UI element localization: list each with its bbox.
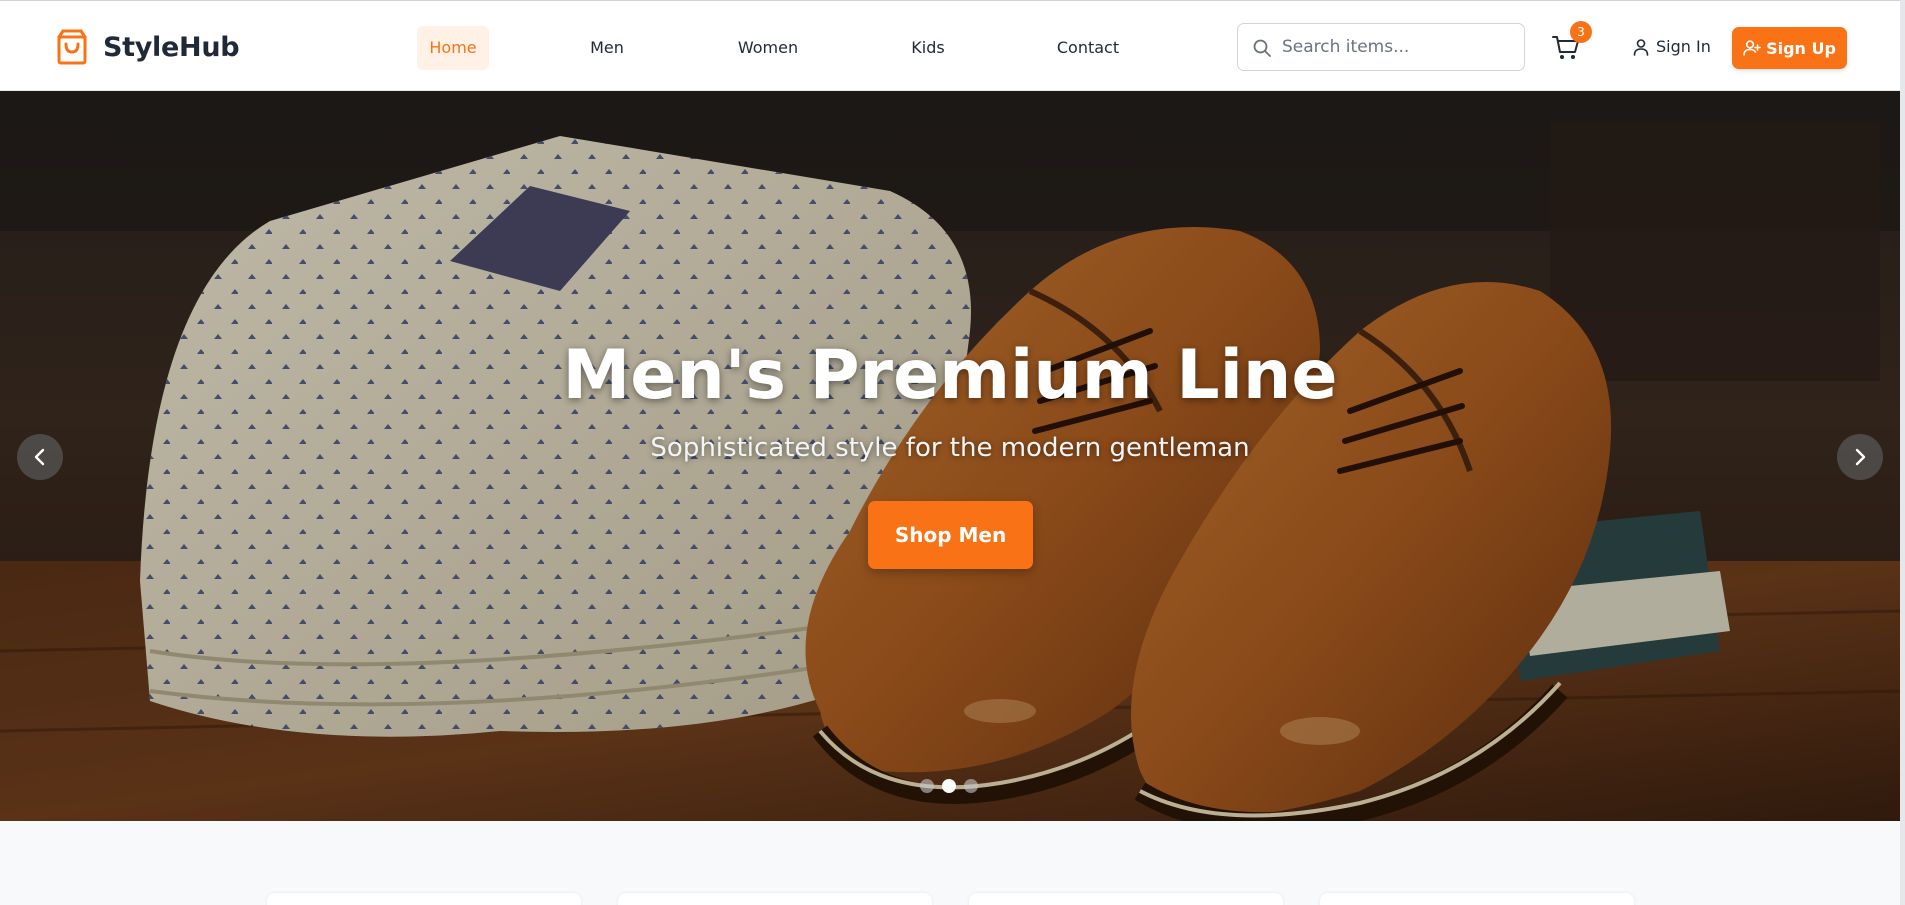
hero-subtitle: Sophisticated style for the modern gentl… — [650, 433, 1250, 463]
search-box — [1237, 23, 1525, 71]
category-card[interactable] — [1320, 893, 1634, 905]
category-card[interactable] — [969, 893, 1283, 905]
carousel-next-button[interactable] — [1837, 434, 1883, 480]
nav-item-men[interactable]: Men — [577, 26, 637, 70]
user-plus-icon — [1743, 40, 1761, 56]
search-icon — [1253, 39, 1271, 57]
carousel-dot-2[interactable] — [942, 779, 956, 793]
sign-in-button[interactable]: Sign In — [1632, 31, 1711, 63]
featured-section — [0, 821, 1900, 905]
brand-logo[interactable]: StyleHub — [55, 29, 240, 65]
cart-count-badge: 3 — [1570, 21, 1592, 43]
carousel-dot-1[interactable] — [920, 779, 934, 793]
user-icon — [1633, 39, 1649, 56]
cart-button[interactable]: 3 — [1548, 21, 1592, 65]
category-card[interactable] — [267, 893, 581, 905]
sign-up-button[interactable]: Sign Up — [1732, 27, 1847, 69]
nav-item-women[interactable]: Women — [730, 26, 806, 70]
shop-men-button[interactable]: Shop Men — [868, 501, 1033, 569]
nav-item-home[interactable]: Home — [417, 26, 489, 70]
site-header: StyleHub Home Men Women Kids Contact 3 S… — [0, 0, 1905, 91]
nav-item-kids[interactable]: Kids — [905, 26, 951, 70]
category-card[interactable] — [618, 893, 932, 905]
hero-carousel: Men's Premium Line Sophisticated style f… — [0, 91, 1900, 821]
carousel-prev-button[interactable] — [17, 434, 63, 480]
hero-title: Men's Premium Line — [562, 336, 1338, 415]
sign-in-label: Sign In — [1656, 37, 1711, 56]
shopping-bag-icon — [57, 29, 87, 65]
search-input[interactable] — [1282, 26, 1518, 68]
brand-name: StyleHub — [103, 31, 240, 63]
chevron-left-icon — [34, 448, 45, 466]
chevron-right-icon — [1855, 448, 1866, 466]
carousel-dot-3[interactable] — [964, 779, 978, 793]
page-scrollbar[interactable] — [1900, 0, 1905, 905]
sign-up-label: Sign Up — [1766, 38, 1836, 58]
nav-item-contact[interactable]: Contact — [1053, 26, 1123, 70]
